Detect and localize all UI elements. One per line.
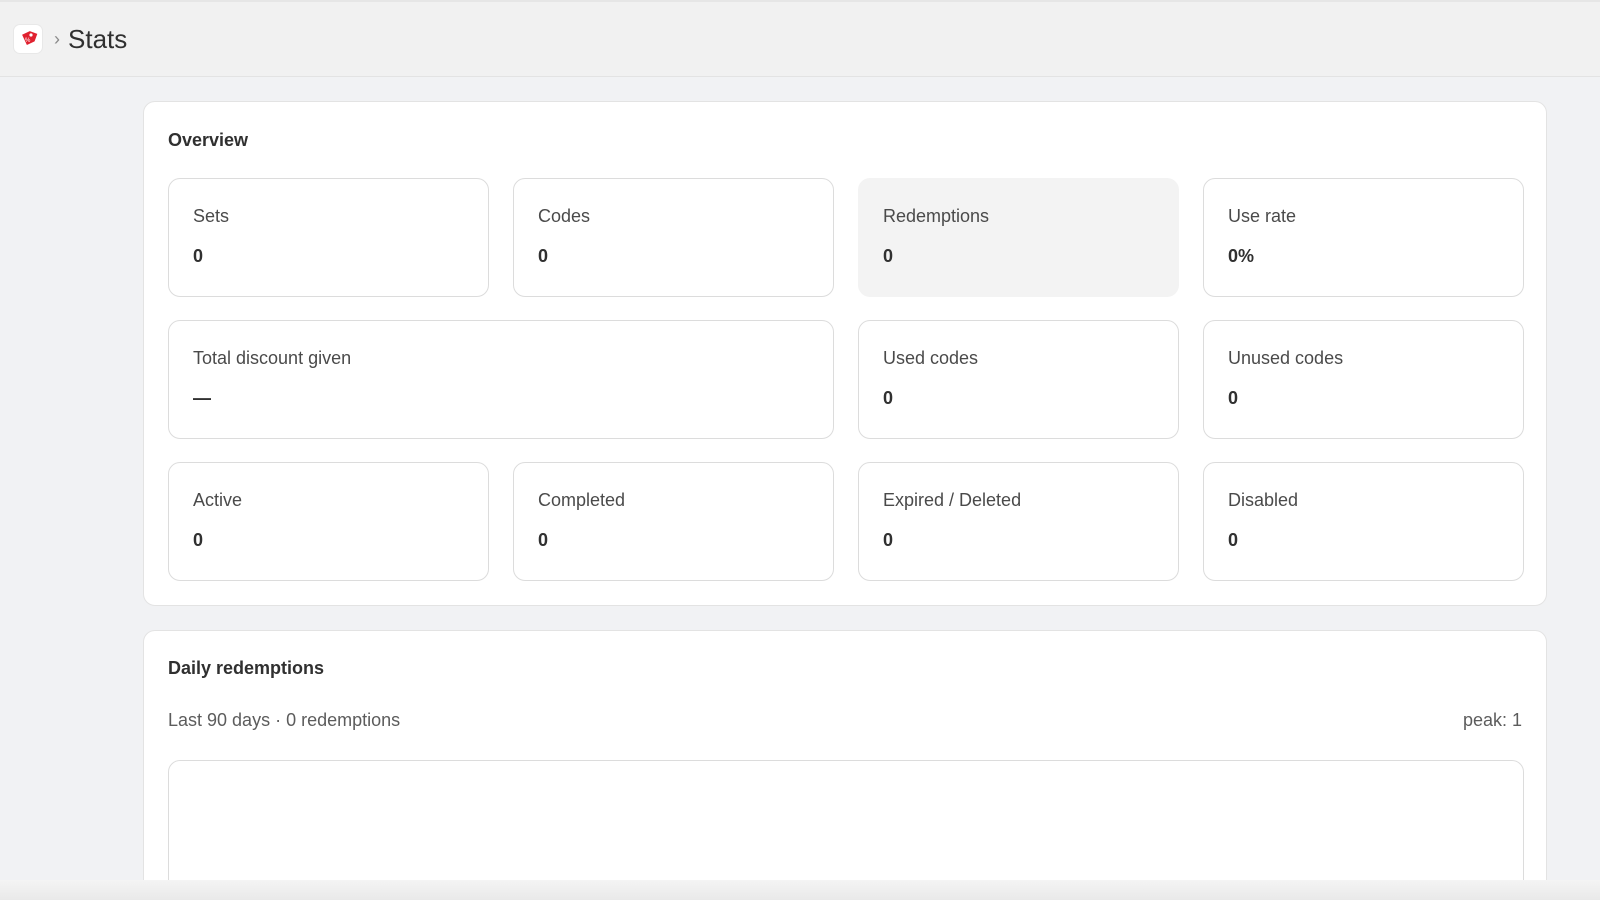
stat-value: 0 xyxy=(193,530,204,550)
daily-redemptions-card: Daily redemptions Last 90 days · 0 redem… xyxy=(143,630,1547,900)
stat-active: Active 0 xyxy=(168,462,489,581)
stat-disabled: Disabled 0 xyxy=(1203,462,1524,581)
stat-label: Sets xyxy=(193,206,230,226)
stat-value: 0 xyxy=(883,530,894,550)
stat-label: Completed xyxy=(538,490,626,510)
stat-label: Disabled xyxy=(1228,490,1299,510)
stat-value: 0 xyxy=(538,246,549,266)
discount-tag-icon[interactable]: % xyxy=(14,25,42,53)
stat-value: 0 xyxy=(193,246,204,266)
stat-label: Use rate xyxy=(1228,206,1297,226)
daily-redemptions-summary: Last 90 days · 0 redemptions xyxy=(168,710,401,730)
stat-sets: Sets 0 xyxy=(168,178,489,297)
stat-label: Total discount given xyxy=(193,348,352,368)
stat-unused-codes: Unused codes 0 xyxy=(1203,320,1524,439)
stat-label: Codes xyxy=(538,206,591,226)
stat-label: Expired / Deleted xyxy=(883,490,1022,510)
stat-completed: Completed 0 xyxy=(513,462,834,581)
daily-redemptions-title: Daily redemptions xyxy=(168,658,325,678)
stat-redemptions[interactable]: Redemptions 0 xyxy=(858,178,1179,297)
stat-value: 0 xyxy=(1228,530,1239,550)
stat-label: Used codes xyxy=(883,348,979,368)
overview-title: Overview xyxy=(168,130,249,150)
stat-codes: Codes 0 xyxy=(513,178,834,297)
stat-value: 0 xyxy=(883,246,894,266)
stat-value: 0 xyxy=(883,388,894,408)
daily-redemptions-peak: peak: 1 xyxy=(1462,710,1522,730)
stat-label: Redemptions xyxy=(883,206,990,226)
top-bar: % › Stats xyxy=(0,0,1600,77)
stat-expired-deleted: Expired / Deleted 0 xyxy=(858,462,1179,581)
stat-used-codes: Used codes 0 xyxy=(858,320,1179,439)
stat-total-discount-given: Total discount given — xyxy=(168,320,834,439)
breadcrumb-separator-icon: › xyxy=(54,28,60,49)
stat-value: 0 xyxy=(538,530,549,550)
stat-use-rate: Use rate 0% xyxy=(1203,178,1524,297)
overview-card: Overview Sets 0 Codes 0 Redemptions 0 Us… xyxy=(143,101,1547,606)
daily-redemptions-chart xyxy=(168,760,1524,900)
svg-text:%: % xyxy=(25,38,31,44)
page-title: Stats xyxy=(68,23,128,54)
bottom-edge xyxy=(0,880,1600,900)
stat-value: — xyxy=(193,388,211,408)
stat-label: Active xyxy=(193,490,243,510)
stat-value: 0% xyxy=(1228,246,1255,266)
stat-value: 0 xyxy=(1228,388,1239,408)
stat-label: Unused codes xyxy=(1228,348,1344,368)
